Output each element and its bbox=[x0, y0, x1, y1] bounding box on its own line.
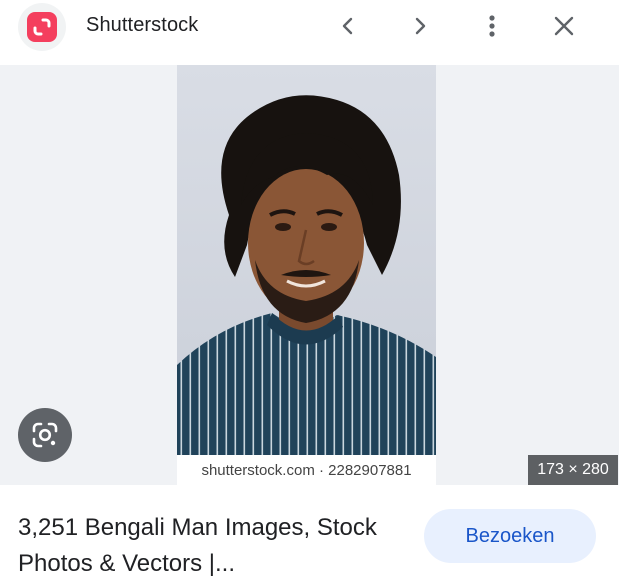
visit-button[interactable]: Bezoeken bbox=[424, 509, 596, 563]
lens-search-button[interactable] bbox=[18, 408, 72, 462]
site-name[interactable]: Shutterstock bbox=[86, 14, 198, 37]
image-watermark: shutterstock.com · 2282907881 bbox=[177, 455, 436, 485]
image-dimensions-badge: 173 × 280 bbox=[528, 455, 618, 485]
shutterstock-logo-icon bbox=[27, 12, 57, 42]
preview-header: Shutterstock bbox=[0, 0, 619, 64]
previous-button[interactable] bbox=[328, 6, 368, 46]
close-button[interactable] bbox=[544, 6, 584, 46]
next-button[interactable] bbox=[400, 6, 440, 46]
more-vertical-icon bbox=[489, 15, 495, 37]
more-options-button[interactable] bbox=[472, 6, 512, 46]
result-title[interactable]: 3,251 Bengali Man Images, Stock Photos &… bbox=[18, 510, 378, 577]
close-icon bbox=[554, 16, 574, 36]
site-favicon[interactable] bbox=[18, 3, 66, 51]
chevron-right-icon bbox=[415, 17, 426, 35]
image-preview-panel: Shutterstock shutterstock.com · 22829078… bbox=[0, 0, 619, 577]
preview-image[interactable] bbox=[177, 65, 436, 485]
image-viewer: shutterstock.com · 2282907881 173 × 280 bbox=[0, 65, 619, 485]
google-lens-icon bbox=[32, 422, 58, 448]
chevron-left-icon bbox=[342, 17, 353, 35]
